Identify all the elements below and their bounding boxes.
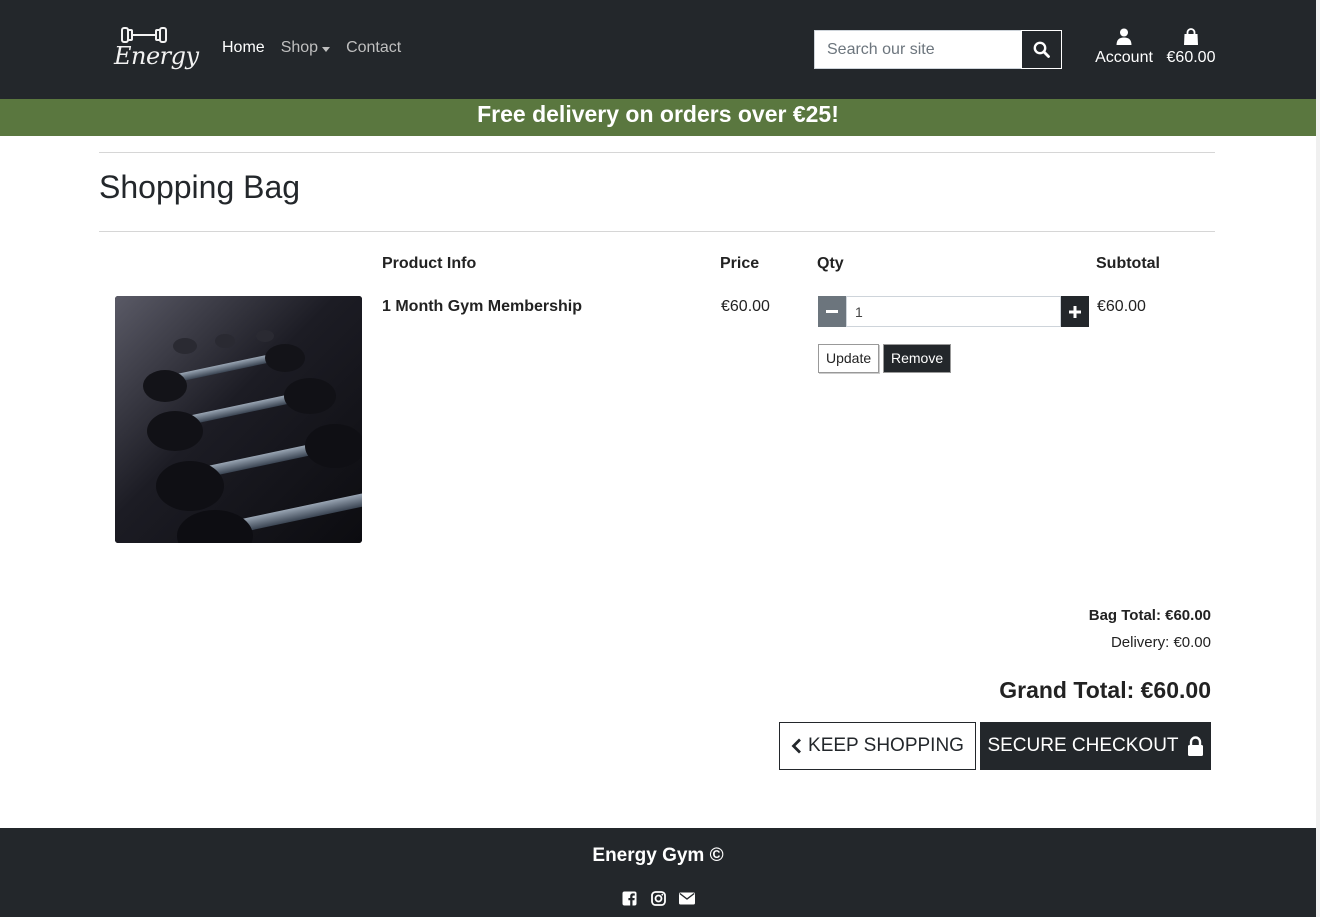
bag-total-summary: Bag Total: €60.00: [1088, 607, 1211, 624]
divider: [99, 231, 1215, 232]
nav-shop-dropdown[interactable]: Shop: [280, 39, 331, 57]
product-price: €60.00: [721, 298, 770, 315]
remove-button[interactable]: Remove: [883, 344, 952, 373]
footer-title: Energy Gym ©: [592, 845, 724, 866]
decrement-button[interactable]: [818, 296, 846, 327]
search-button[interactable]: [1021, 30, 1062, 69]
keep-shopping-button[interactable]: KEEP SHOPPING: [779, 722, 976, 770]
logo-text: Energy: [114, 42, 199, 70]
promo-banner: Free delivery on orders over €25!: [0, 99, 1316, 136]
quantity-stepper: [818, 296, 1089, 327]
instagram-icon: [650, 890, 666, 906]
logo[interactable]: Energy: [112, 24, 199, 76]
delivery-summary: Delivery: €0.00: [1110, 634, 1211, 651]
search-icon: [1033, 41, 1050, 58]
minus-icon: [826, 309, 838, 313]
nav-shop-label: Shop: [280, 39, 319, 56]
header-price: Price: [720, 255, 760, 272]
dumbbell-rack-image: [115, 296, 362, 543]
lock-icon: [1187, 736, 1203, 756]
secure-checkout-button[interactable]: SECURE CHECKOUT: [980, 722, 1211, 770]
search-form: [814, 30, 1062, 69]
account-link[interactable]: Account: [1093, 28, 1155, 67]
header-product-info: Product Info: [382, 255, 477, 272]
page-title: Shopping Bag: [99, 169, 301, 205]
facebook-icon: [622, 891, 636, 906]
shopping-bag-icon: [1184, 28, 1198, 45]
main-nav: Home Shop Contact: [222, 39, 417, 57]
footer: Energy Gym ©: [0, 828, 1316, 917]
scrollbar[interactable]: [1316, 0, 1320, 917]
caret-down-icon: [322, 46, 331, 52]
header-qty: Qty: [817, 255, 844, 272]
bag-total: €60.00: [1166, 49, 1216, 66]
header: Energy Home Shop Contact Account: [0, 0, 1316, 99]
keep-shopping-label: KEEP SHOPPING: [808, 735, 964, 756]
instagram-link[interactable]: [650, 890, 666, 906]
update-button[interactable]: Update: [818, 344, 880, 373]
social-links: [0, 890, 1316, 906]
envelope-icon: [679, 892, 695, 904]
account-label: Account: [1095, 49, 1153, 66]
nav-home[interactable]: Home: [222, 39, 265, 57]
plus-icon: [1069, 305, 1081, 318]
grand-total: Grand Total: €60.00: [999, 677, 1211, 703]
bag-link[interactable]: €60.00: [1164, 28, 1218, 67]
product-image: [115, 296, 362, 543]
product-name: 1 Month Gym Membership: [382, 298, 583, 315]
quantity-input[interactable]: [846, 296, 1061, 327]
header-subtotal: Subtotal: [1096, 255, 1160, 272]
divider: [99, 152, 1215, 153]
email-link[interactable]: [679, 890, 695, 906]
nav-contact[interactable]: Contact: [346, 39, 401, 57]
product-subtotal: €60.00: [1097, 298, 1146, 315]
secure-checkout-label: SECURE CHECKOUT: [987, 735, 1179, 756]
search-input[interactable]: [814, 30, 1021, 69]
facebook-link[interactable]: [621, 890, 637, 906]
user-icon: [1116, 28, 1132, 45]
increment-button[interactable]: [1061, 296, 1089, 327]
chevron-left-icon: [791, 738, 802, 754]
